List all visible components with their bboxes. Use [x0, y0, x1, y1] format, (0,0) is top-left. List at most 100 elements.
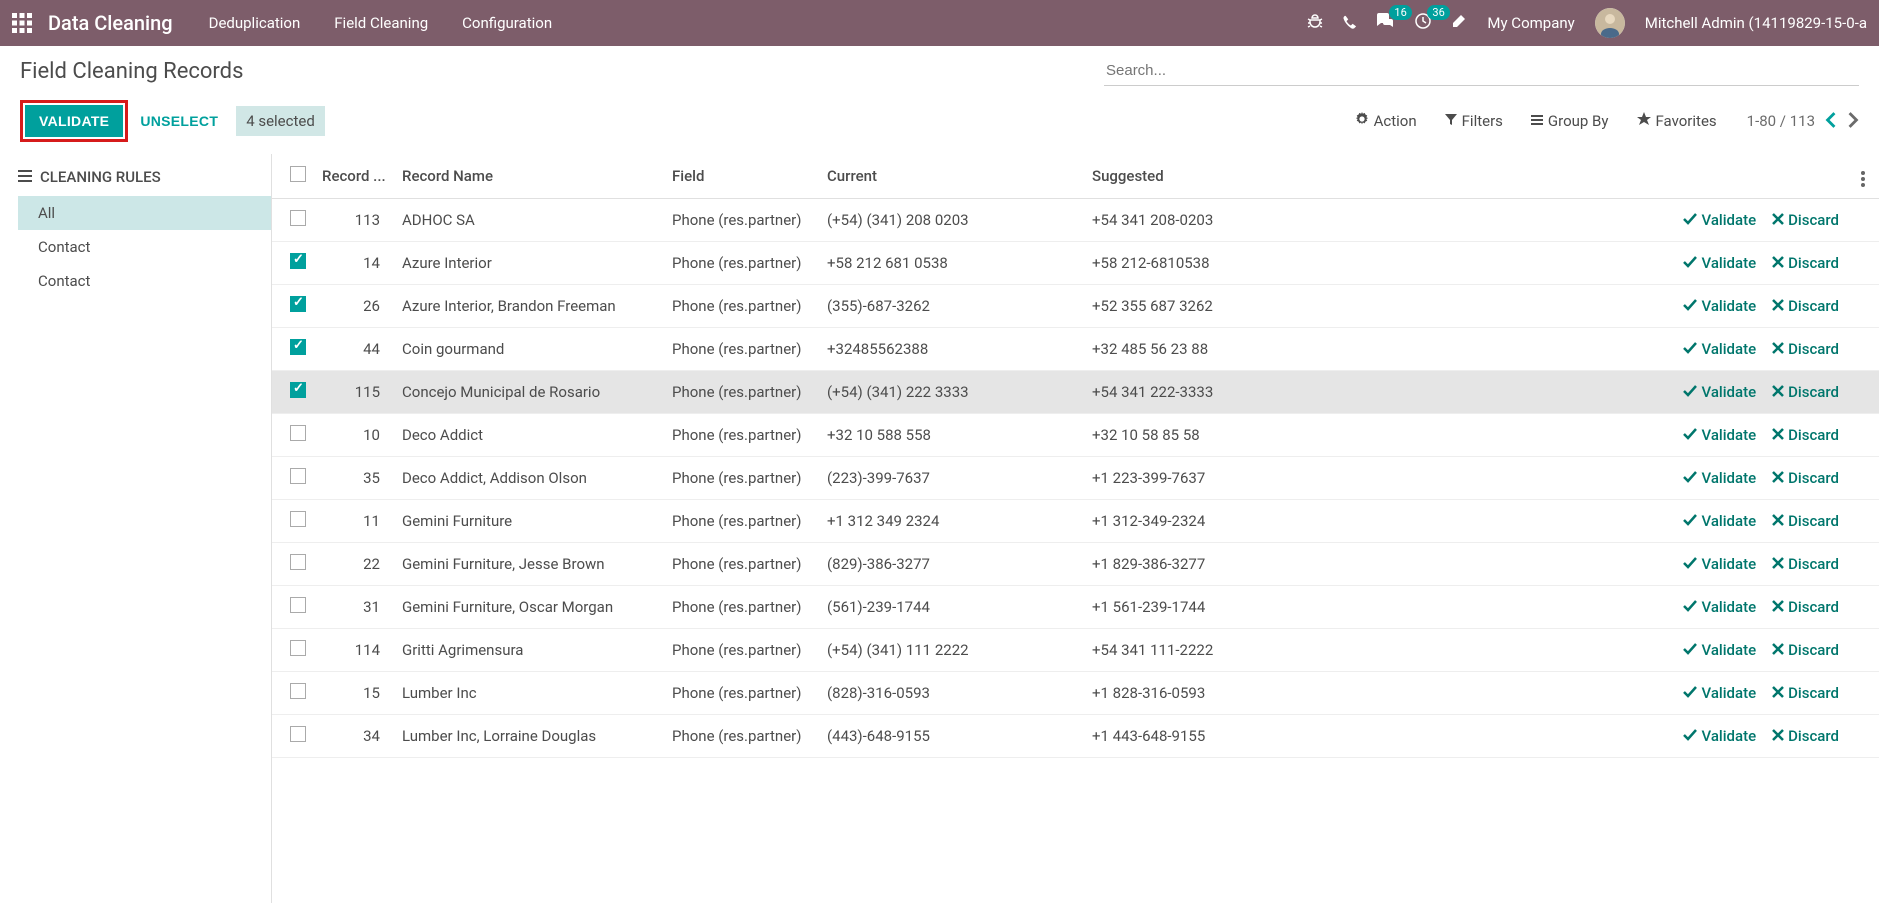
cell-current: (561)-239-1744 — [819, 586, 1084, 629]
validate-link[interactable]: Validate — [1683, 297, 1756, 315]
discard-link[interactable]: Discard — [1772, 426, 1839, 444]
validate-link[interactable]: Validate — [1683, 684, 1756, 702]
col-record-id[interactable]: Record ... — [314, 154, 394, 199]
discard-link[interactable]: Discard — [1772, 383, 1839, 401]
row-checkbox[interactable] — [290, 726, 306, 742]
company-switcher[interactable]: My Company — [1487, 14, 1574, 32]
table-row[interactable]: 14Azure InteriorPhone (res.partner)+58 2… — [272, 242, 1879, 285]
pager-value[interactable]: 1-80 / 113 — [1747, 112, 1815, 130]
table-row[interactable]: 11Gemini FurniturePhone (res.partner)+1 … — [272, 500, 1879, 543]
col-suggested[interactable]: Suggested — [1084, 154, 1359, 199]
table-row[interactable]: 44Coin gourmandPhone (res.partner)+32485… — [272, 328, 1879, 371]
sidebar-header[interactable]: CLEANING RULES — [18, 168, 271, 186]
validate-link[interactable]: Validate — [1683, 555, 1756, 573]
conversations-icon[interactable]: 16 — [1377, 13, 1395, 33]
row-checkbox[interactable] — [290, 683, 306, 699]
check-icon — [1683, 598, 1697, 616]
validate-link[interactable]: Validate — [1683, 340, 1756, 358]
action-dropdown[interactable]: Action — [1355, 112, 1417, 130]
row-checkbox[interactable] — [290, 468, 306, 484]
unselect-button[interactable]: UNSELECT — [140, 113, 218, 129]
discard-link[interactable]: Discard — [1772, 684, 1839, 702]
table-row[interactable]: 22Gemini Furniture, Jesse BrownPhone (re… — [272, 543, 1879, 586]
validate-link[interactable]: Validate — [1683, 598, 1756, 616]
validate-link[interactable]: Validate — [1683, 512, 1756, 530]
filter-icon — [1445, 112, 1457, 130]
row-checkbox[interactable] — [290, 210, 306, 226]
validate-link[interactable]: Validate — [1683, 254, 1756, 272]
pager-next-icon[interactable] — [1847, 109, 1859, 133]
avatar[interactable] — [1595, 8, 1625, 38]
validate-button[interactable]: VALIDATE — [25, 105, 123, 137]
cell-field: Phone (res.partner) — [664, 285, 819, 328]
cell-name: Gritti Agrimensura — [394, 629, 664, 672]
validate-link[interactable]: Validate — [1683, 727, 1756, 745]
validate-link[interactable]: Validate — [1683, 383, 1756, 401]
cell-name: Coin gourmand — [394, 328, 664, 371]
favorites-dropdown[interactable]: Favorites — [1637, 112, 1717, 130]
row-checkbox[interactable] — [290, 511, 306, 527]
validate-link[interactable]: Validate — [1683, 211, 1756, 229]
row-checkbox[interactable] — [290, 597, 306, 613]
discard-link[interactable]: Discard — [1772, 512, 1839, 530]
discard-link[interactable]: Discard — [1772, 641, 1839, 659]
table-row[interactable]: 113ADHOC SAPhone (res.partner)(+54) (341… — [272, 199, 1879, 242]
search-box[interactable] — [1104, 56, 1859, 86]
table-row[interactable]: 34Lumber Inc, Lorraine DouglasPhone (res… — [272, 715, 1879, 758]
row-checkbox[interactable] — [290, 554, 306, 570]
bug-icon[interactable] — [1307, 13, 1323, 33]
filters-dropdown[interactable]: Filters — [1445, 112, 1503, 130]
check-icon — [1683, 469, 1697, 487]
column-options-icon[interactable] — [1861, 177, 1865, 181]
row-checkbox[interactable] — [290, 382, 306, 398]
menu-configuration[interactable]: Configuration — [462, 14, 552, 32]
sidebar-item-contact-1[interactable]: Contact — [18, 230, 271, 264]
phone-icon[interactable] — [1343, 14, 1357, 33]
apps-icon[interactable] — [12, 13, 32, 33]
discard-link[interactable]: Discard — [1772, 297, 1839, 315]
table-row[interactable]: 10Deco AddictPhone (res.partner)+32 10 5… — [272, 414, 1879, 457]
tools-icon[interactable] — [1451, 13, 1467, 33]
col-record-name[interactable]: Record Name — [394, 154, 664, 199]
table-row[interactable]: 15Lumber IncPhone (res.partner)(828)-316… — [272, 672, 1879, 715]
cell-field: Phone (res.partner) — [664, 199, 819, 242]
sidebar-item-contact-2[interactable]: Contact — [18, 264, 271, 298]
discard-link[interactable]: Discard — [1772, 340, 1839, 358]
star-icon — [1637, 112, 1651, 130]
table-row[interactable]: 114Gritti AgrimensuraPhone (res.partner)… — [272, 629, 1879, 672]
table-row[interactable]: 35Deco Addict, Addison OlsonPhone (res.p… — [272, 457, 1879, 500]
discard-link[interactable]: Discard — [1772, 211, 1839, 229]
row-checkbox[interactable] — [290, 425, 306, 441]
table-row[interactable]: 115Concejo Municipal de RosarioPhone (re… — [272, 371, 1879, 414]
pager-prev-icon[interactable] — [1825, 109, 1837, 133]
table-row[interactable]: 26Azure Interior, Brandon FreemanPhone (… — [272, 285, 1879, 328]
search-input[interactable] — [1106, 62, 1857, 79]
menu-deduplication[interactable]: Deduplication — [209, 14, 301, 32]
validate-link[interactable]: Validate — [1683, 469, 1756, 487]
groupby-dropdown[interactable]: Group By — [1531, 112, 1609, 130]
discard-link[interactable]: Discard — [1772, 727, 1839, 745]
app-title[interactable]: Data Cleaning — [48, 11, 173, 35]
validate-link[interactable]: Validate — [1683, 426, 1756, 444]
cell-id: 34 — [314, 715, 394, 758]
select-all-checkbox[interactable] — [290, 166, 306, 182]
col-field[interactable]: Field — [664, 154, 819, 199]
username[interactable]: Mitchell Admin (14119829-15-0-a — [1645, 14, 1867, 32]
activities-icon[interactable]: 36 — [1415, 13, 1431, 33]
discard-link[interactable]: Discard — [1772, 598, 1839, 616]
col-current[interactable]: Current — [819, 154, 1084, 199]
discard-link[interactable]: Discard — [1772, 555, 1839, 573]
x-icon — [1772, 684, 1784, 702]
row-checkbox[interactable] — [290, 253, 306, 269]
row-checkbox[interactable] — [290, 296, 306, 312]
sidebar-item-all[interactable]: All — [18, 196, 271, 230]
discard-link[interactable]: Discard — [1772, 469, 1839, 487]
menu-field-cleaning[interactable]: Field Cleaning — [334, 14, 428, 32]
cell-suggested: +54 341 208-0203 — [1084, 199, 1359, 242]
table-row[interactable]: 31Gemini Furniture, Oscar MorganPhone (r… — [272, 586, 1879, 629]
row-checkbox[interactable] — [290, 640, 306, 656]
validate-link[interactable]: Validate — [1683, 641, 1756, 659]
discard-link[interactable]: Discard — [1772, 254, 1839, 272]
selected-count-badge: 4 selected — [236, 106, 325, 136]
row-checkbox[interactable] — [290, 339, 306, 355]
